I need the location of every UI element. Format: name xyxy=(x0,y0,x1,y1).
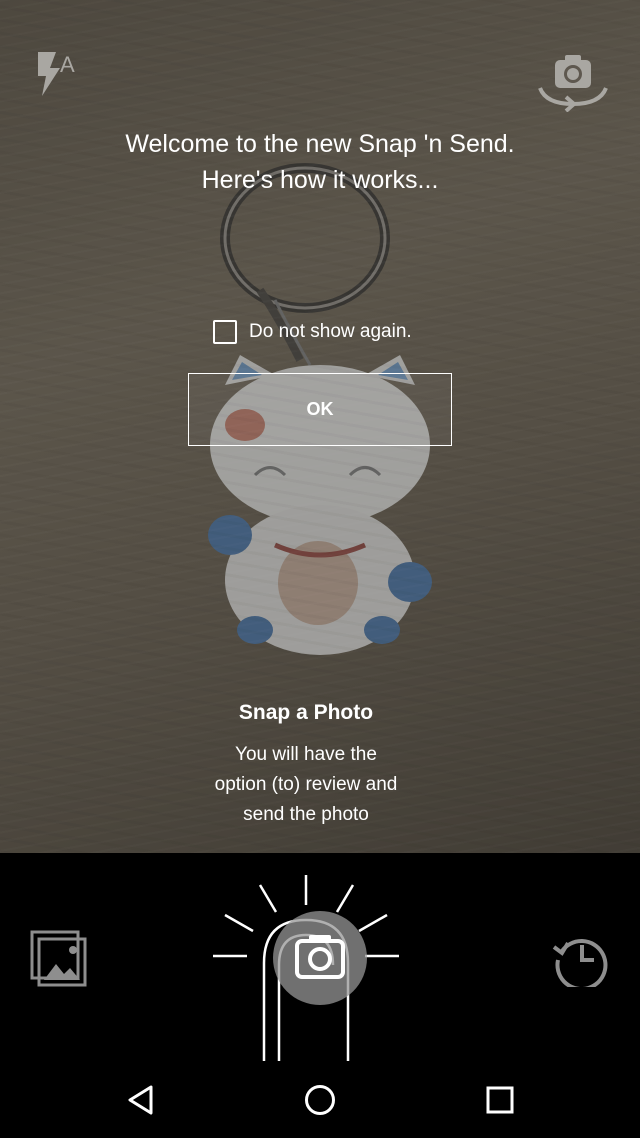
camera-viewfinder[interactable]: A Welcome to the new Snap 'n Send. Here'… xyxy=(0,0,640,853)
recent-apps-square-icon[interactable] xyxy=(483,1083,517,1117)
shutter-button[interactable] xyxy=(273,911,367,1005)
welcome-line-2: Here's how it works... xyxy=(201,166,439,194)
ok-button[interactable]: OK xyxy=(188,373,452,446)
tip-line-1: You will have the xyxy=(235,744,377,765)
tip-title: Snap a Photo xyxy=(238,701,374,724)
tip-line-3: send the photo xyxy=(243,804,369,825)
switch-camera-icon[interactable] xyxy=(536,52,610,113)
back-triangle-icon[interactable] xyxy=(124,1083,158,1117)
camera-shutter-icon xyxy=(295,935,345,979)
gallery-icon[interactable] xyxy=(30,930,88,988)
home-circle-icon[interactable] xyxy=(303,1083,337,1117)
camera-controls-bar xyxy=(0,853,640,1061)
welcome-message: Welcome to the new Snap 'n Send. Here's … xyxy=(60,126,580,198)
tip-line-2: option (to) review and xyxy=(214,774,398,795)
do-not-show-again-row[interactable]: Do not show again. xyxy=(212,318,412,346)
history-icon[interactable] xyxy=(552,929,610,991)
do-not-show-again-checkbox[interactable] xyxy=(213,320,237,344)
welcome-line-1: Welcome to the new Snap 'n Send. xyxy=(125,130,515,158)
tip-description: You will have the option (to) review and… xyxy=(176,740,436,830)
svg-text:A: A xyxy=(60,52,75,77)
flash-auto-icon[interactable]: A xyxy=(34,50,84,100)
system-navigation-bar xyxy=(0,1061,640,1138)
do-not-show-again-label: Do not show again. xyxy=(249,321,412,342)
